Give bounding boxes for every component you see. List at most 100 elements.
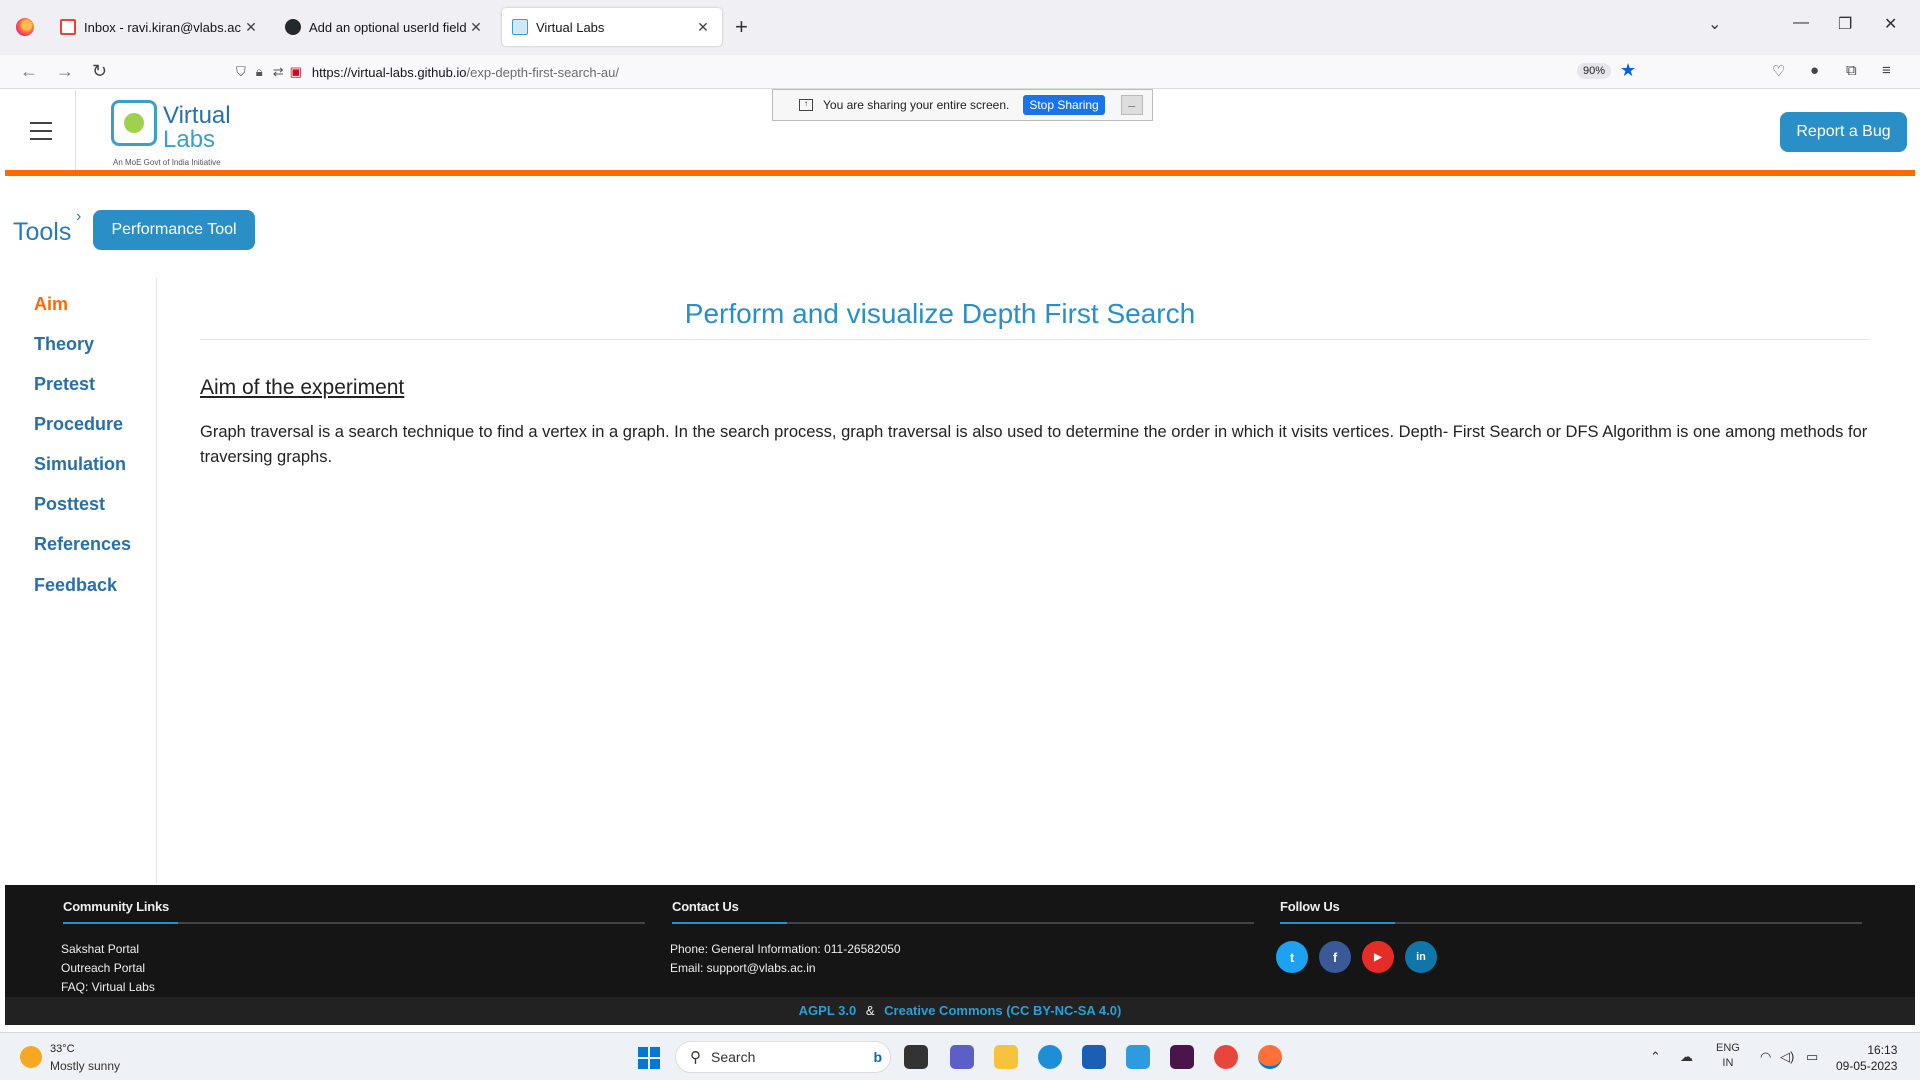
footer-license-bar: AGPL 3.0 & Creative Commons (CC BY-NC-SA… <box>5 997 1915 1025</box>
faq-link[interactable]: FAQ: Virtual Labs <box>61 980 155 994</box>
clock-date: 09-05-2023 <box>1836 1059 1898 1073</box>
battery-icon[interactable]: ▭ <box>1806 1049 1818 1065</box>
reload-icon[interactable]: ↻ <box>92 61 107 82</box>
tray-overflow-icon[interactable]: ⌃ <box>1650 1049 1661 1065</box>
weather-sun-icon[interactable] <box>20 1046 42 1068</box>
footer-rule <box>63 922 645 924</box>
window-close-icon[interactable]: ✕ <box>1884 14 1897 34</box>
license-ampersand: & <box>865 1003 875 1018</box>
close-icon[interactable]: ✕ <box>467 19 485 36</box>
new-tab-icon[interactable]: + <box>735 14 748 40</box>
sidebar-item-procedure[interactable]: Procedure <box>34 414 123 435</box>
forward-icon[interactable]: → <box>56 61 74 82</box>
teams-chat-icon[interactable] <box>950 1045 974 1069</box>
menu-icon[interactable]: ≡ <box>1882 62 1891 79</box>
tab-virtual-labs[interactable]: Virtual Labs ✕ <box>502 8 722 46</box>
file-explorer-icon[interactable] <box>994 1045 1018 1069</box>
aim-heading: Aim of the experiment <box>200 376 405 399</box>
task-view-icon[interactable] <box>904 1045 928 1069</box>
aim-text: Graph traversal is a search technique to… <box>200 423 1868 466</box>
tab-title: Add an optional userId field · Is <box>309 19 467 35</box>
sidebar-item-posttest[interactable]: Posttest <box>34 494 105 515</box>
contact-email[interactable]: Email: support@vlabs.ac.in <box>670 961 816 975</box>
page-title: Perform and visualize Depth First Search <box>684 298 1196 329</box>
weather-description: Mostly sunny <box>50 1059 121 1073</box>
slack-icon[interactable] <box>1170 1045 1194 1069</box>
sidebar-item-pretest[interactable]: Pretest <box>34 374 95 395</box>
zoom-level[interactable]: 90% <box>1577 63 1612 79</box>
wifi-icon[interactable]: ◠ <box>1760 1049 1771 1065</box>
microsoft-store-icon[interactable] <box>1082 1045 1106 1069</box>
virtual-labs-logo[interactable]: Virtual Labs An MoE Govt of India Initia… <box>105 96 245 168</box>
community-links-heading: Community Links <box>63 899 170 914</box>
search-icon: ⚲ <box>690 1049 701 1066</box>
windows-taskbar: 33°C Mostly sunny ⚲ Search b ⌃ ☁ ENG IN … <box>0 1032 1920 1080</box>
chrome-icon[interactable] <box>1214 1045 1238 1069</box>
language-indicator[interactable]: ENG IN <box>1716 1041 1740 1071</box>
footer-rule <box>672 922 1254 924</box>
performance-tool-button[interactable]: Performance Tool <box>93 210 255 250</box>
language-code: ENG <box>1716 1042 1740 1054</box>
permissions-icon[interactable]: ⇄ <box>273 64 284 80</box>
linkedin-icon[interactable]: in <box>1405 941 1437 973</box>
title-divider <box>200 339 1870 340</box>
sidebar-item-theory[interactable]: Theory <box>34 334 94 355</box>
browser-nav-bar: ← → ↻ ⛉ 🔒︎ ⇄ ▣ https://virtual-labs.gith… <box>0 55 1920 89</box>
lock-icon[interactable]: 🔒︎ <box>256 64 263 80</box>
github-icon <box>285 19 301 35</box>
outreach-portal-link[interactable]: Outreach Portal <box>61 961 145 975</box>
restore-icon[interactable]: ❐ <box>1838 14 1852 34</box>
site-footer: Community Links Sakshat Portal Outreach … <box>5 885 1915 1025</box>
agpl-link[interactable]: AGPL 3.0 <box>799 1003 857 1018</box>
facebook-icon[interactable]: f <box>1319 941 1351 973</box>
tab-list-icon[interactable]: ⌄ <box>1708 14 1721 34</box>
stop-sharing-button[interactable]: Stop Sharing <box>1023 95 1105 115</box>
twitter-icon[interactable]: t <box>1276 941 1308 973</box>
clock-time: 16:13 <box>1867 1043 1898 1057</box>
close-icon[interactable]: ✕ <box>242 19 260 36</box>
edge-icon[interactable] <box>1038 1045 1062 1069</box>
minimize-sharing-bar-button[interactable]: _ <box>1120 95 1143 115</box>
tab-gmail[interactable]: Inbox - ravi.kiran@vlabs.ac.in - ✕ <box>50 8 270 46</box>
sidebar-item-references[interactable]: References <box>34 534 131 555</box>
address-bar[interactable]: ⛉ 🔒︎ ⇄ ▣ https://virtual-labs.github.io /… <box>236 58 1646 86</box>
bookmark-star-icon[interactable]: ★ <box>1620 60 1636 81</box>
shield-icon[interactable]: ⛉ <box>236 64 246 80</box>
web-page: Virtual Labs An MoE Govt of India Initia… <box>5 89 1915 1025</box>
contact-us-heading: Contact Us <box>672 899 739 914</box>
close-icon[interactable]: ✕ <box>694 19 712 36</box>
account-icon[interactable]: ● <box>1810 62 1819 79</box>
windows-start-icon[interactable] <box>638 1047 660 1069</box>
minimize-icon[interactable]: — <box>1793 14 1809 32</box>
pocket-icon[interactable]: ♡ <box>1772 62 1785 80</box>
screen-share-icon[interactable]: ▣ <box>290 64 302 80</box>
hamburger-menu-icon[interactable] <box>30 122 52 146</box>
sidebar-item-simulation[interactable]: Simulation <box>34 454 126 475</box>
help-app-icon[interactable] <box>1126 1045 1150 1069</box>
report-bug-button[interactable]: Report a Bug <box>1780 112 1907 152</box>
sakshat-portal-link[interactable]: Sakshat Portal <box>61 942 139 956</box>
bing-icon: b <box>873 1049 882 1065</box>
system-clock[interactable]: 16:13 09-05-2023 <box>1836 1042 1897 1074</box>
creative-commons-link[interactable]: Creative Commons (CC BY-NC-SA 4.0) <box>884 1003 1121 1018</box>
onedrive-icon[interactable]: ☁ <box>1680 1049 1693 1065</box>
sidebar-item-feedback[interactable]: Feedback <box>34 575 117 596</box>
back-icon[interactable]: ← <box>20 61 38 82</box>
logo-tagline: An MoE Govt of India Initiative <box>113 158 221 167</box>
header-divider <box>75 90 76 170</box>
youtube-icon[interactable]: ▶ <box>1362 941 1394 973</box>
volume-icon[interactable]: ◁) <box>1780 1049 1794 1065</box>
firefox-taskbar-icon[interactable] <box>1258 1045 1282 1069</box>
breadcrumb-tools-link[interactable]: Tools <box>13 218 71 247</box>
screen-share-icon: ↑ <box>799 99 813 111</box>
flask-icon <box>111 100 157 146</box>
gmail-icon <box>60 19 76 35</box>
extensions-icon[interactable]: ⧉ <box>1846 62 1857 79</box>
tab-title: Inbox - ravi.kiran@vlabs.ac.in - <box>84 19 242 35</box>
sidebar-item-aim[interactable]: Aim <box>34 294 68 315</box>
url-path: /exp-depth-first-search-au/ <box>466 64 619 80</box>
tab-github[interactable]: Add an optional userId field · Is ✕ <box>275 8 495 46</box>
firefox-icon[interactable] <box>16 18 34 36</box>
contact-phone: Phone: General Information: 011-26582050 <box>670 942 901 956</box>
taskbar-search[interactable]: ⚲ Search b <box>675 1041 891 1073</box>
